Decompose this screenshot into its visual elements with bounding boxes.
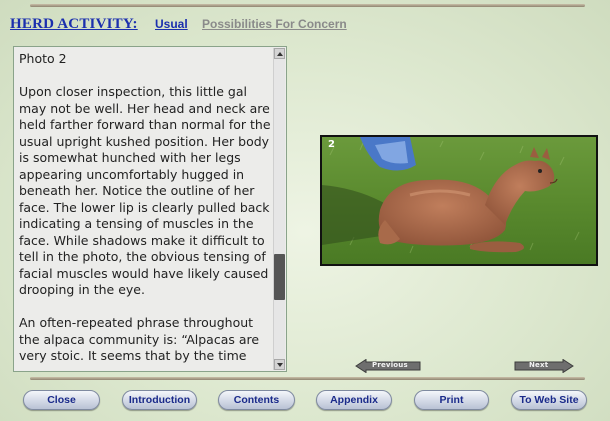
scroll-down-button[interactable] — [274, 359, 285, 370]
text-panel: Photo 2 Upon closer inspection, this lit… — [13, 46, 287, 372]
alpaca-photo: 2 — [320, 135, 598, 266]
scroll-thumb[interactable] — [274, 254, 285, 300]
top-divider — [30, 4, 585, 7]
contents-button[interactable]: Contents — [218, 390, 295, 410]
print-button[interactable]: Print — [414, 390, 489, 410]
arrow-up-icon — [277, 52, 283, 56]
introduction-button[interactable]: Introduction — [122, 390, 197, 410]
alpaca-photo-image: 2 — [322, 137, 596, 264]
next-label: Next — [529, 361, 549, 369]
bottom-divider — [30, 377, 585, 380]
previous-button[interactable]: Previous — [355, 359, 421, 373]
to-web-site-button[interactable]: To Web Site — [511, 390, 587, 410]
tab-possibilities-for-concern[interactable]: Possibilities For Concern — [202, 17, 347, 31]
page-title: HERD ACTIVITY: — [10, 16, 138, 32]
arrow-down-icon — [277, 363, 283, 367]
scroll-up-button[interactable] — [274, 48, 285, 59]
photo-caption-label: Photo 2 — [19, 51, 67, 66]
appendix-button[interactable]: Appendix — [316, 390, 392, 410]
description-paragraph: An often-repeated phrase throughout the … — [19, 315, 260, 363]
photo-number: 2 — [328, 139, 335, 150]
next-button[interactable]: Next — [514, 359, 574, 373]
vertical-scrollbar[interactable] — [273, 48, 285, 370]
text-content: Photo 2 Upon closer inspection, this lit… — [19, 51, 271, 367]
close-button[interactable]: Close — [23, 390, 100, 410]
tab-usual[interactable]: Usual — [155, 17, 188, 31]
previous-label: Previous — [372, 361, 408, 369]
description-paragraph: Upon closer inspection, this little gal … — [19, 84, 271, 297]
